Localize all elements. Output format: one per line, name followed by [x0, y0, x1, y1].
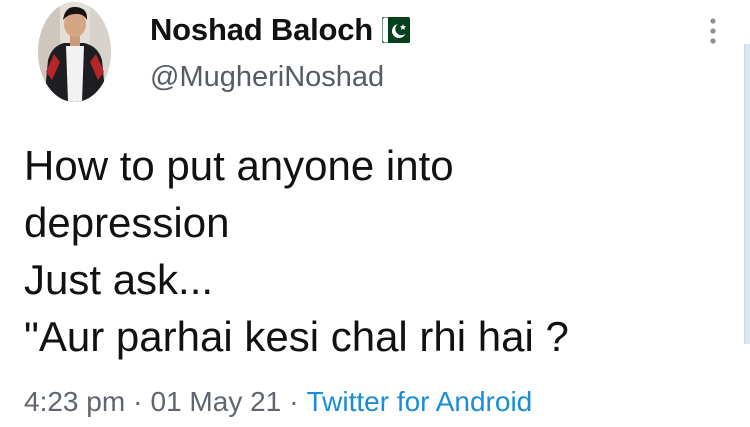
tweet-line: Just ask...	[24, 256, 214, 303]
display-name[interactable]: Noshad Baloch	[150, 12, 373, 48]
pakistan-flag-icon	[381, 16, 411, 44]
tweet-date[interactable]: 01 May 21	[151, 386, 282, 417]
tweet-source-link[interactable]: Twitter for Android	[307, 386, 533, 417]
separator: ·	[289, 386, 299, 417]
tweet-text: How to put anyone into depression Just a…	[24, 137, 714, 365]
tweet-line: "Aur parhai kesi chal rhi hai ?	[24, 313, 569, 360]
tweet-time[interactable]: 4:23 pm	[24, 386, 125, 417]
separator: ·	[133, 386, 143, 417]
avatar[interactable]	[38, 2, 111, 102]
user-handle[interactable]: @MugheriNoshad	[150, 61, 384, 94]
tweet-metadata: 4:23 pm · 01 May 21 · Twitter for Android	[24, 386, 532, 418]
tweet-line: depression	[24, 199, 230, 246]
profile-photo-icon	[38, 2, 111, 102]
tweet-line: How to put anyone into	[24, 142, 454, 189]
more-options-icon[interactable]	[702, 14, 724, 48]
scrollbar[interactable]	[744, 44, 750, 344]
